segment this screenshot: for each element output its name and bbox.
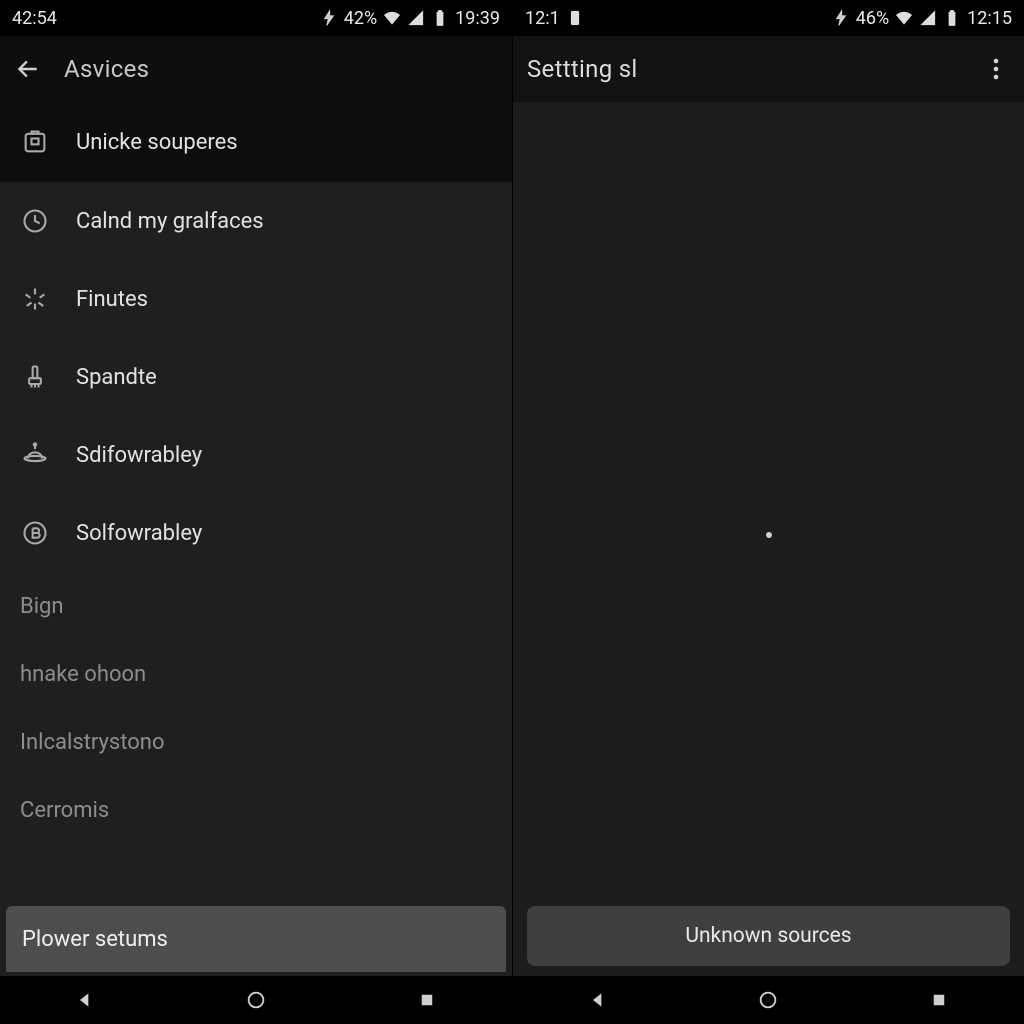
wifi-icon (895, 9, 913, 27)
list-item-label: Sdifowrabley (76, 443, 202, 468)
list-item-label: Unicke souperes (76, 130, 238, 155)
spark-icon (20, 284, 50, 314)
signal-icon (407, 9, 425, 27)
nav-recents-button[interactable] (919, 985, 959, 1015)
list-item[interactable]: Solfowrabley (0, 494, 512, 572)
hat-icon (20, 440, 50, 470)
status-bar: 42:54 42% 19:39 (0, 0, 512, 36)
brush-icon (20, 362, 50, 392)
status-time-right: 19:39 (455, 8, 500, 29)
list-item-label: Bign (20, 594, 64, 619)
list-item-label: hnake ohoon (20, 662, 146, 687)
bottom-pill-label: Plower setums (22, 927, 168, 952)
nav-recents-button[interactable] (407, 985, 447, 1015)
list-item[interactable]: Calnd my gralfaces (0, 182, 512, 260)
bolt-icon (320, 9, 338, 27)
nav-bar (0, 976, 512, 1024)
battery-icon (943, 9, 961, 27)
nav-home-button[interactable] (748, 985, 788, 1015)
page-title: Asvices (64, 55, 149, 83)
list-item[interactable]: Inlcalstrystono (0, 708, 512, 776)
list-item-label: Inlcalstrystono (20, 730, 165, 755)
list-item[interactable]: Spandte (0, 338, 512, 416)
cursor-icon (766, 532, 772, 538)
list-item[interactable]: Bign (0, 572, 512, 640)
snackbar-pill[interactable]: Unknown sources (527, 906, 1010, 966)
wifi-icon (383, 9, 401, 27)
list-item-label: Calnd my gralfaces (76, 209, 264, 234)
settings-list[interactable]: Unicke souperes Calnd my gralfaces Finut… (0, 102, 512, 1024)
package-icon (20, 127, 50, 157)
status-time-right: 12:15 (967, 8, 1012, 29)
signal-icon (919, 9, 937, 27)
notification-icon (566, 9, 584, 27)
left-screen: 42:54 42% 19:39 (0, 0, 512, 1024)
overflow-menu-button[interactable] (982, 55, 1010, 83)
clock-icon (20, 206, 50, 236)
page-title: Settting sl (527, 55, 638, 83)
status-battery-pct: 42% (344, 8, 377, 29)
status-time-left: 12:1 (525, 8, 560, 29)
bolt-icon (832, 9, 850, 27)
status-battery-pct: 46% (856, 8, 889, 29)
status-bar: 12:1 46% 12:15 (513, 0, 1024, 36)
app-bar: Settting sl (513, 36, 1024, 102)
app-bar: Asvices (0, 36, 512, 102)
nav-back-button[interactable] (65, 985, 105, 1015)
circle-b-icon (20, 518, 50, 548)
back-button[interactable] (14, 55, 42, 83)
list-item-label: Spandte (76, 365, 157, 390)
nav-bar (513, 976, 1024, 1024)
battery-icon (431, 9, 449, 27)
list-item[interactable]: Sdifowrabley (0, 416, 512, 494)
nav-back-button[interactable] (578, 985, 618, 1015)
status-time-left: 42:54 (12, 8, 57, 29)
empty-body (513, 102, 1024, 1024)
list-item-label: Solfowrabley (76, 521, 202, 546)
list-item-label: Finutes (76, 287, 148, 312)
list-item[interactable]: hnake ohoon (0, 640, 512, 708)
list-item-label: Cerromis (20, 798, 109, 823)
snackbar-label: Unknown sources (685, 924, 851, 948)
right-screen: 12:1 46% 12:15 (512, 0, 1024, 1024)
nav-home-button[interactable] (236, 985, 276, 1015)
bottom-highlight-pill[interactable]: Plower setums (6, 906, 506, 972)
list-item[interactable]: Unicke souperes (0, 102, 512, 182)
list-item[interactable]: Finutes (0, 260, 512, 338)
list-item[interactable]: Cerromis (0, 776, 512, 844)
